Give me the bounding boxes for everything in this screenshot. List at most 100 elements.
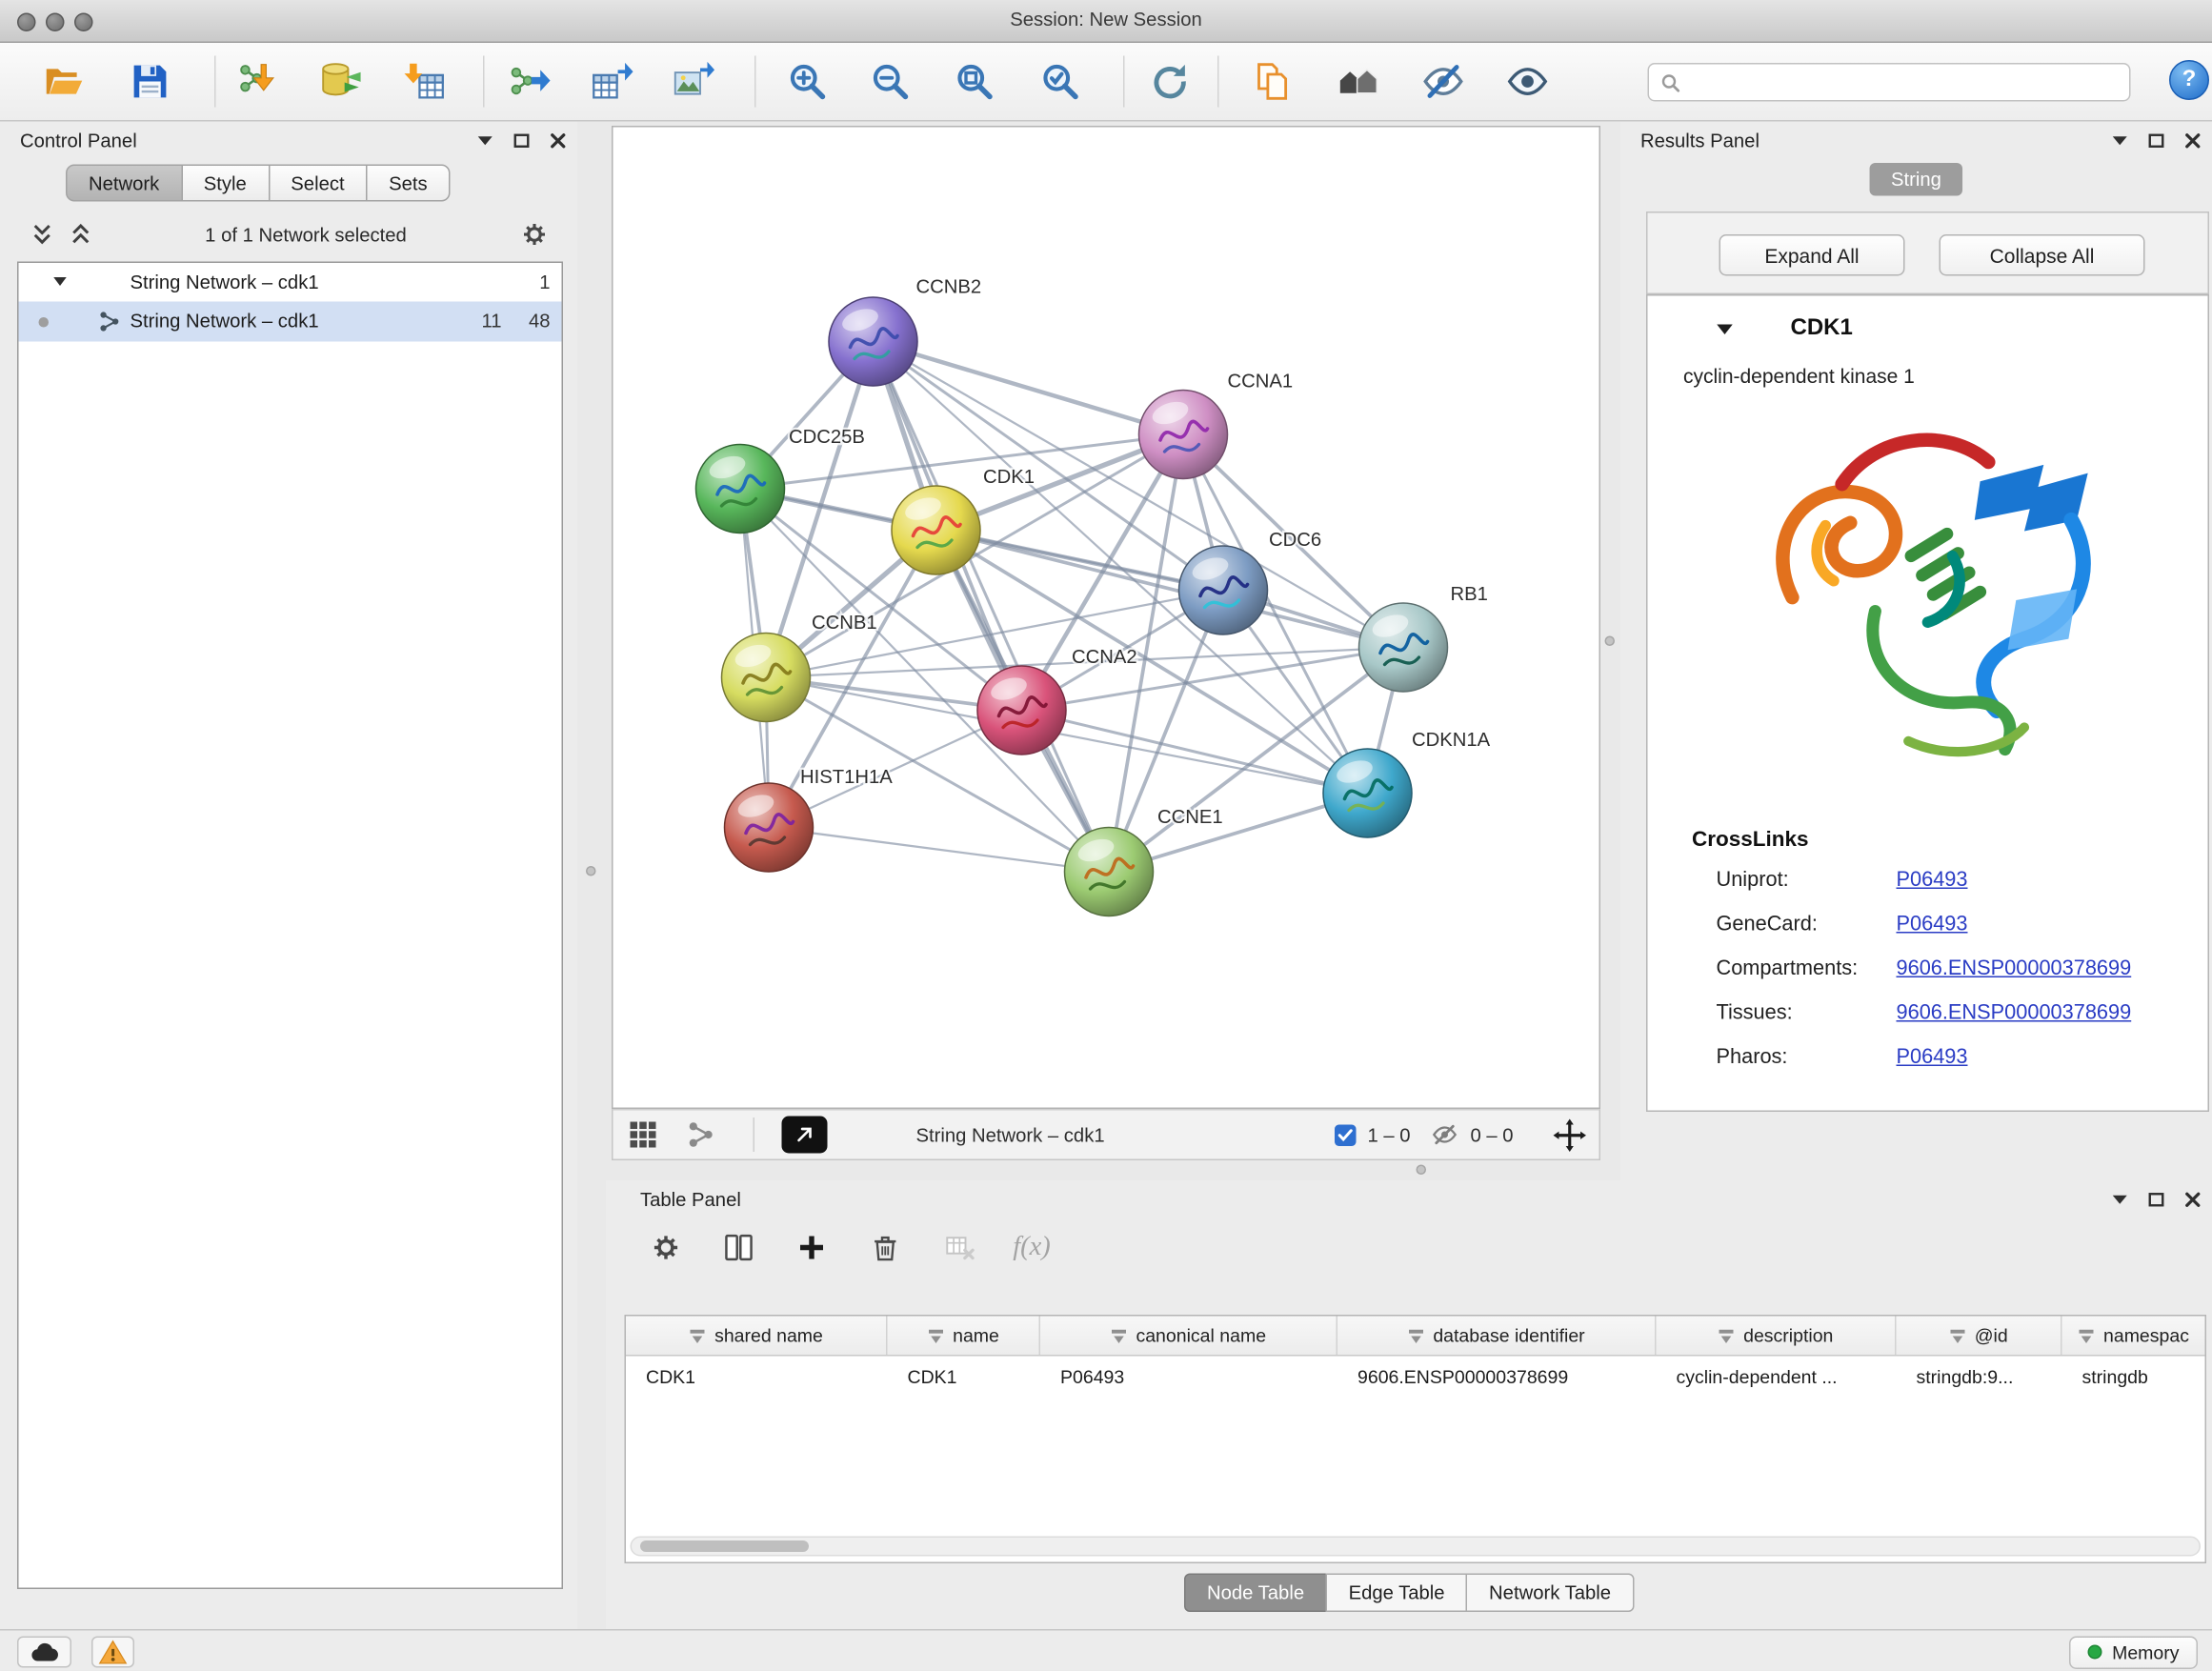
search-field[interactable] (1648, 63, 2131, 102)
refresh-icon[interactable] (1145, 57, 1194, 106)
gene-collapse-caret-icon[interactable] (1717, 323, 1734, 336)
network-node-CDKN1A[interactable] (1323, 749, 1412, 837)
horizontal-scrollbar[interactable] (631, 1537, 2202, 1557)
column-header-canonical-name[interactable]: canonical name (1040, 1317, 1337, 1356)
tab-network[interactable]: Network (66, 165, 182, 202)
table-panel-close-icon[interactable] (2185, 1191, 2202, 1207)
results-panel-collapse-icon[interactable] (2112, 133, 2128, 147)
expand-all-button[interactable]: Expand All (1719, 234, 1905, 276)
network-collection-row[interactable]: String Network – cdk1 1 (19, 263, 562, 302)
column-header-namespace[interactable]: namespac (2062, 1317, 2205, 1356)
tab-string[interactable]: String (1870, 163, 1963, 196)
tab-select[interactable]: Select (268, 165, 367, 202)
search-input[interactable] (1689, 71, 2118, 93)
control-panel-collapse-icon[interactable] (477, 133, 493, 147)
network-options-gear-icon[interactable] (520, 220, 577, 249)
crosslink-link[interactable]: P06493 (1897, 1046, 1968, 1069)
collapse-all-button[interactable]: Collapse All (1940, 234, 2145, 276)
bottom-splitter-handle[interactable] (1417, 1165, 1427, 1176)
cell-shared-name[interactable]: CDK1 (626, 1357, 888, 1397)
zoom-selected-icon[interactable] (1036, 57, 1085, 106)
column-header-description[interactable]: description (1657, 1317, 1897, 1356)
network-node-CCNB1[interactable] (722, 634, 811, 722)
column-header-id[interactable]: @id (1897, 1317, 2062, 1356)
left-splitter-handle[interactable] (586, 866, 596, 876)
detach-view-icon[interactable] (782, 1117, 828, 1154)
network-node-CCNE1[interactable] (1065, 828, 1154, 916)
column-header-shared-name[interactable]: shared name (626, 1317, 888, 1356)
results-panel-float-icon[interactable] (2148, 132, 2165, 149)
network-edge[interactable] (1022, 711, 1368, 794)
zoom-fit-icon[interactable] (951, 57, 999, 106)
tab-network-table[interactable]: Network Table (1466, 1574, 1634, 1613)
cell-database-identifier[interactable]: 9606.ENSP00000378699 (1337, 1357, 1657, 1397)
network-edge[interactable] (874, 342, 1184, 435)
cell-description[interactable]: cyclin-dependent ... (1657, 1357, 1897, 1397)
network-row-selected[interactable]: String Network – cdk1 11 48 (19, 302, 562, 342)
network-edge[interactable] (769, 828, 1109, 873)
network-edge[interactable] (874, 342, 1110, 873)
network-node-CCNA1[interactable] (1139, 391, 1228, 479)
tree-caret-icon[interactable] (53, 276, 68, 288)
tab-sets[interactable]: Sets (366, 165, 451, 202)
cloud-icon[interactable] (17, 1636, 71, 1667)
hide-selected-icon[interactable] (1419, 57, 1468, 106)
add-column-icon[interactable] (788, 1223, 836, 1272)
table-panel-float-icon[interactable] (2148, 1191, 2165, 1207)
export-image-icon[interactable] (669, 57, 717, 106)
collapse-all-networks-icon[interactable] (0, 223, 53, 246)
zoom-in-icon[interactable] (783, 57, 832, 106)
cell-canonical-name[interactable]: P06493 (1040, 1357, 1337, 1397)
network-node-CDK1[interactable] (892, 486, 980, 574)
pan-crosshair-icon[interactable] (1554, 1111, 1587, 1159)
network-graph[interactable]: CCNB2CCNA1CDC25BCDK1CDC6RB1CCNB1CCNA2CDK… (613, 128, 1599, 1108)
view-grid-icon[interactable] (628, 1111, 659, 1159)
network-node-CDC6[interactable] (1179, 546, 1268, 634)
show-all-icon[interactable] (1503, 57, 1552, 106)
export-network-icon[interactable] (505, 57, 553, 106)
control-panel-close-icon[interactable] (551, 132, 567, 149)
import-network-database-icon[interactable] (316, 57, 365, 106)
column-header-database-identifier[interactable]: database identifier (1337, 1317, 1657, 1356)
warning-icon[interactable] (91, 1636, 134, 1667)
network-node-RB1[interactable] (1359, 603, 1448, 692)
network-node-CCNA2[interactable] (977, 666, 1066, 755)
network-view[interactable]: CCNB2CCNA1CDC25BCDK1CDC6RB1CCNB1CCNA2CDK… (612, 126, 1600, 1109)
crosslink-link[interactable]: P06493 (1897, 914, 1968, 936)
crosslink-link[interactable]: 9606.ENSP00000378699 (1897, 1002, 2132, 1025)
crosslink-link[interactable]: P06493 (1897, 869, 1968, 892)
table-panel-collapse-icon[interactable] (2112, 1193, 2128, 1206)
results-panel-close-icon[interactable] (2185, 132, 2202, 149)
cell-id[interactable]: stringdb:9... (1897, 1357, 2062, 1397)
control-panel-float-icon[interactable] (513, 132, 531, 149)
delete-column-icon[interactable] (860, 1223, 909, 1272)
import-table-file-icon[interactable] (402, 57, 451, 106)
network-edge[interactable] (936, 531, 1404, 648)
network-node-CCNB2[interactable] (829, 297, 917, 386)
memory-button[interactable]: Memory (2069, 1636, 2198, 1669)
view-network-icon[interactable] (688, 1111, 716, 1159)
column-header-name[interactable]: name (888, 1317, 1041, 1356)
cell-name[interactable]: CDK1 (888, 1357, 1041, 1397)
clone-network-icon[interactable] (1249, 57, 1297, 106)
crosslink-link[interactable]: 9606.ENSP00000378699 (1897, 957, 2132, 980)
zoom-out-icon[interactable] (866, 57, 915, 106)
help-icon[interactable]: ? (2169, 60, 2209, 100)
tab-edge-table[interactable]: Edge Table (1326, 1574, 1468, 1613)
table-row[interactable]: CDK1 CDK1 P06493 9606.ENSP00000378699 cy… (626, 1357, 2205, 1397)
tab-style[interactable]: Style (181, 165, 270, 202)
scrollbar-thumb[interactable] (640, 1540, 809, 1552)
save-session-icon[interactable] (126, 57, 174, 106)
selected-nodes-checkbox-icon[interactable] (1335, 1125, 1357, 1147)
tab-node-table[interactable]: Node Table (1184, 1574, 1327, 1613)
export-table-icon[interactable] (588, 57, 636, 106)
right-splitter-handle[interactable] (1605, 636, 1616, 647)
table-settings-gear-icon[interactable] (642, 1223, 691, 1272)
show-columns-icon[interactable] (714, 1223, 763, 1272)
expand-all-networks-icon[interactable] (53, 223, 92, 246)
open-session-icon[interactable] (40, 57, 89, 106)
network-node-HIST1H1A[interactable] (725, 783, 814, 872)
network-overview-icon[interactable] (1335, 57, 1383, 106)
hidden-eye-icon[interactable] (1431, 1111, 1459, 1159)
network-node-CDC25B[interactable] (696, 445, 785, 534)
